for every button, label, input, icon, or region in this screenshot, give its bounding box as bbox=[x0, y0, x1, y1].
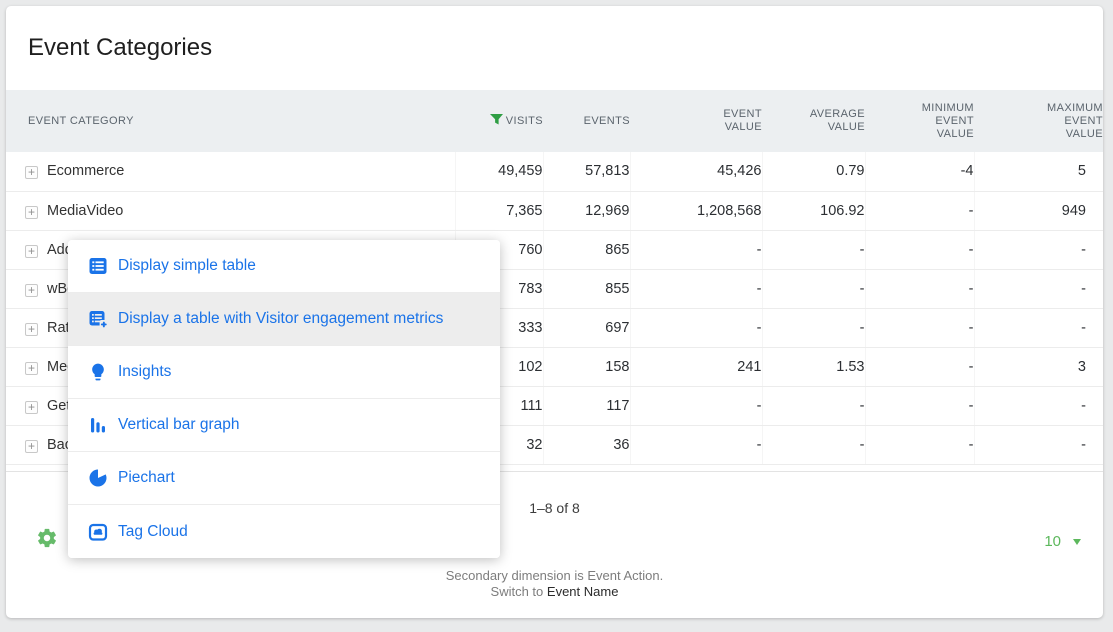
menu-item-label: Piechart bbox=[118, 469, 175, 487]
cell-average-value: 0.79 bbox=[762, 152, 865, 191]
expand-icon[interactable] bbox=[25, 401, 38, 414]
table-icon bbox=[88, 256, 108, 276]
page: Event Categories EVENT CATEGORY bbox=[0, 0, 1113, 632]
row-label[interactable]: Get bbox=[47, 398, 70, 414]
cell-events: 697 bbox=[543, 308, 630, 347]
menu-item-label: Vertical bar graph bbox=[118, 416, 240, 434]
switch-dimension-link[interactable]: Event Name bbox=[547, 584, 619, 599]
cell-maximum-event-value: - bbox=[974, 269, 1103, 308]
cell-event-value: - bbox=[630, 308, 762, 347]
cell-minimum-event-value: - bbox=[865, 269, 974, 308]
column-header-events[interactable]: EVENTS bbox=[543, 90, 630, 152]
row-label[interactable]: MediaVideo bbox=[47, 203, 123, 219]
expand-icon[interactable] bbox=[25, 323, 38, 336]
cell-average-value: - bbox=[762, 269, 865, 308]
cell-events: 855 bbox=[543, 269, 630, 308]
menu-item-label: Insights bbox=[118, 363, 171, 381]
cell-average-value: - bbox=[762, 425, 865, 464]
cell-maximum-event-value: 5 bbox=[974, 152, 1103, 191]
cell-average-value: - bbox=[762, 230, 865, 269]
menu-item-display-engagement-table[interactable]: Display a table with Visitor engagement … bbox=[68, 293, 500, 346]
cell-visits: 7,365 bbox=[455, 191, 543, 230]
bar-graph-icon bbox=[88, 415, 108, 435]
lightbulb-icon bbox=[88, 362, 108, 382]
visualization-menu: Display simple table Display a table wit… bbox=[68, 240, 500, 558]
expand-icon[interactable] bbox=[25, 284, 38, 297]
page-title: Event Categories bbox=[6, 6, 1103, 90]
menu-item-vertical-bar-graph[interactable]: Vertical bar graph bbox=[68, 399, 500, 452]
column-header-minimum-event-value[interactable]: MINIMUM EVENT VALUE bbox=[865, 90, 974, 152]
cell-maximum-event-value: 949 bbox=[974, 191, 1103, 230]
cell-maximum-event-value: - bbox=[974, 308, 1103, 347]
rows-per-page-value: 10 bbox=[1044, 533, 1061, 550]
report-notes: Secondary dimension is Event Action. Swi… bbox=[6, 568, 1103, 599]
cell-event-value: 45,426 bbox=[630, 152, 762, 191]
menu-item-piechart[interactable]: Piechart bbox=[68, 452, 500, 505]
table-engagement-icon bbox=[88, 309, 108, 329]
expand-icon[interactable] bbox=[25, 166, 38, 179]
cell-minimum-event-value: - bbox=[865, 425, 974, 464]
cell-maximum-event-value: - bbox=[974, 425, 1103, 464]
cell-events: 865 bbox=[543, 230, 630, 269]
menu-item-label: Display simple table bbox=[118, 257, 256, 275]
column-header-event-category[interactable]: EVENT CATEGORY bbox=[6, 90, 455, 152]
switch-dimension-note: Switch to Event Name bbox=[6, 584, 1103, 600]
cell-minimum-event-value: - bbox=[865, 308, 974, 347]
header-row: EVENT CATEGORY VISITS EVENTS bbox=[6, 90, 1103, 152]
cell-average-value: 1.53 bbox=[762, 347, 865, 386]
cell-minimum-event-value: - bbox=[865, 230, 974, 269]
cell-event-value: - bbox=[630, 230, 762, 269]
cell-events: 12,969 bbox=[543, 191, 630, 230]
cell-events: 57,813 bbox=[543, 152, 630, 191]
column-header-maximum-event-value[interactable]: MAXIMUM EVENT VALUE bbox=[974, 90, 1103, 152]
cell-minimum-event-value: - bbox=[865, 386, 974, 425]
tag-cloud-icon bbox=[88, 522, 108, 542]
cell-event-value: - bbox=[630, 386, 762, 425]
caret-down-icon bbox=[1073, 539, 1081, 545]
cell-event-value: - bbox=[630, 269, 762, 308]
expand-icon[interactable] bbox=[25, 440, 38, 453]
secondary-dimension-note: Secondary dimension is Event Action. bbox=[6, 568, 1103, 584]
cell-minimum-event-value: - bbox=[865, 191, 974, 230]
table-row: MediaVideo 7,365 12,969 1,208,568 106.92… bbox=[6, 191, 1103, 230]
cell-maximum-event-value: - bbox=[974, 230, 1103, 269]
menu-item-insights[interactable]: Insights bbox=[68, 346, 500, 399]
gear-icon[interactable] bbox=[36, 527, 58, 549]
cell-minimum-event-value: - bbox=[865, 347, 974, 386]
cell-event-value: - bbox=[630, 425, 762, 464]
cell-event-value: 1,208,568 bbox=[630, 191, 762, 230]
column-header-event-value[interactable]: EVENT VALUE bbox=[630, 90, 762, 152]
expand-icon[interactable] bbox=[25, 362, 38, 375]
expand-icon[interactable] bbox=[25, 245, 38, 258]
table-row: Ecommerce 49,459 57,813 45,426 0.79 -4 5 bbox=[6, 152, 1103, 191]
cell-average-value: 106.92 bbox=[762, 191, 865, 230]
menu-item-label: Tag Cloud bbox=[118, 523, 188, 541]
piechart-icon bbox=[88, 468, 108, 488]
rows-per-page-selector[interactable]: 10 bbox=[1044, 533, 1081, 550]
cell-visits: 49,459 bbox=[455, 152, 543, 191]
sort-funnel-icon bbox=[490, 114, 503, 129]
column-header-visits[interactable]: VISITS bbox=[455, 90, 543, 152]
row-label[interactable]: Ecommerce bbox=[47, 163, 124, 179]
column-header-average-value[interactable]: AVERAGE VALUE bbox=[762, 90, 865, 152]
cell-maximum-event-value: 3 bbox=[974, 347, 1103, 386]
menu-item-display-simple-table[interactable]: Display simple table bbox=[68, 240, 500, 293]
cell-events: 158 bbox=[543, 347, 630, 386]
cell-minimum-event-value: -4 bbox=[865, 152, 974, 191]
cell-events: 117 bbox=[543, 386, 630, 425]
menu-item-tag-cloud[interactable]: Tag Cloud bbox=[68, 505, 500, 558]
menu-item-label: Display a table with Visitor engagement … bbox=[118, 310, 443, 328]
cell-event-value: 241 bbox=[630, 347, 762, 386]
cell-events: 36 bbox=[543, 425, 630, 464]
cell-maximum-event-value: - bbox=[974, 386, 1103, 425]
expand-icon[interactable] bbox=[25, 206, 38, 219]
cell-average-value: - bbox=[762, 308, 865, 347]
cell-average-value: - bbox=[762, 386, 865, 425]
